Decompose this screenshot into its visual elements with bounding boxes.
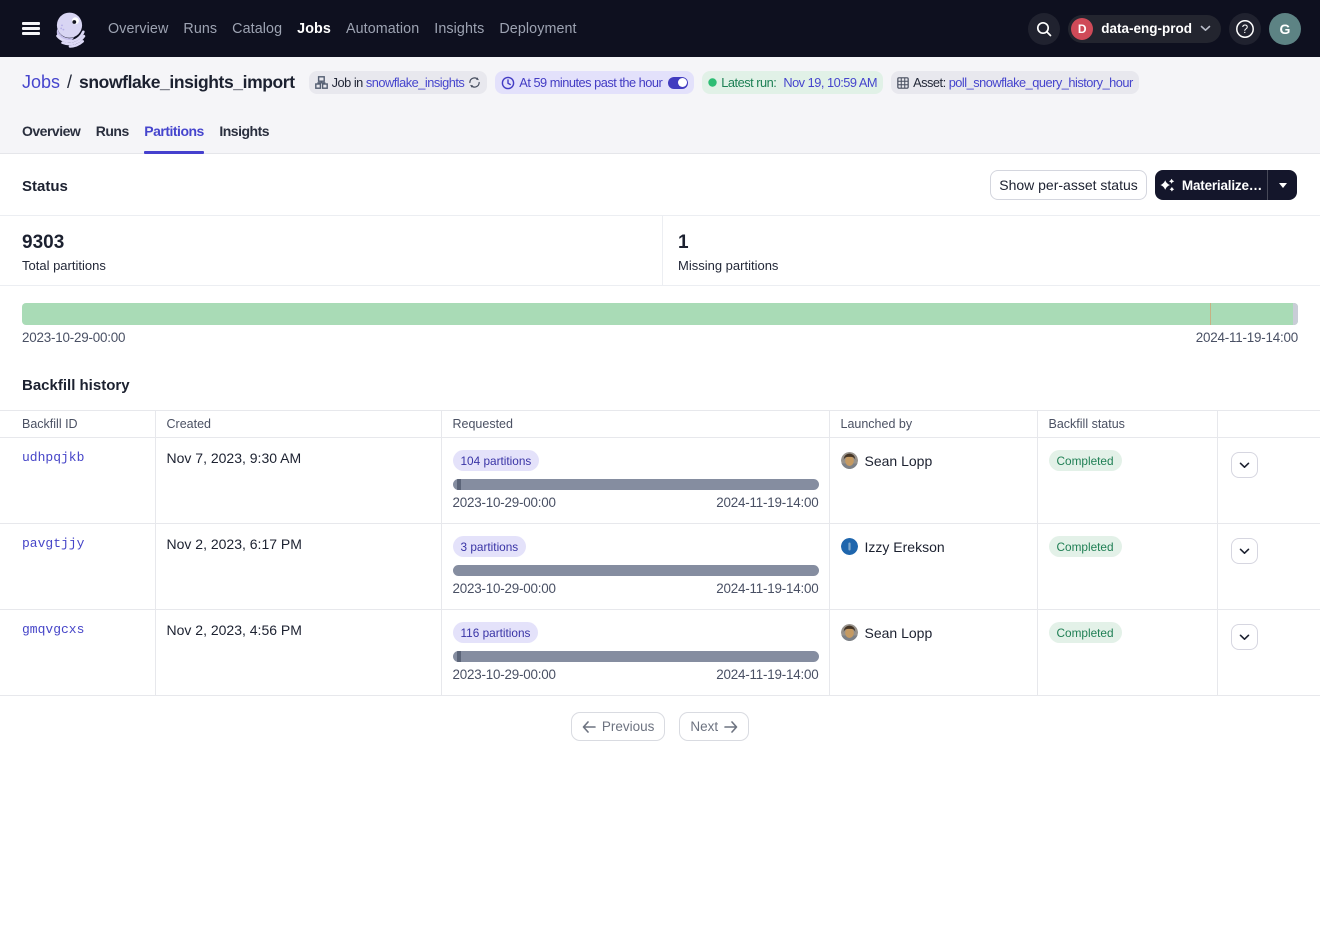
svg-text:?: ? [1242, 24, 1248, 36]
